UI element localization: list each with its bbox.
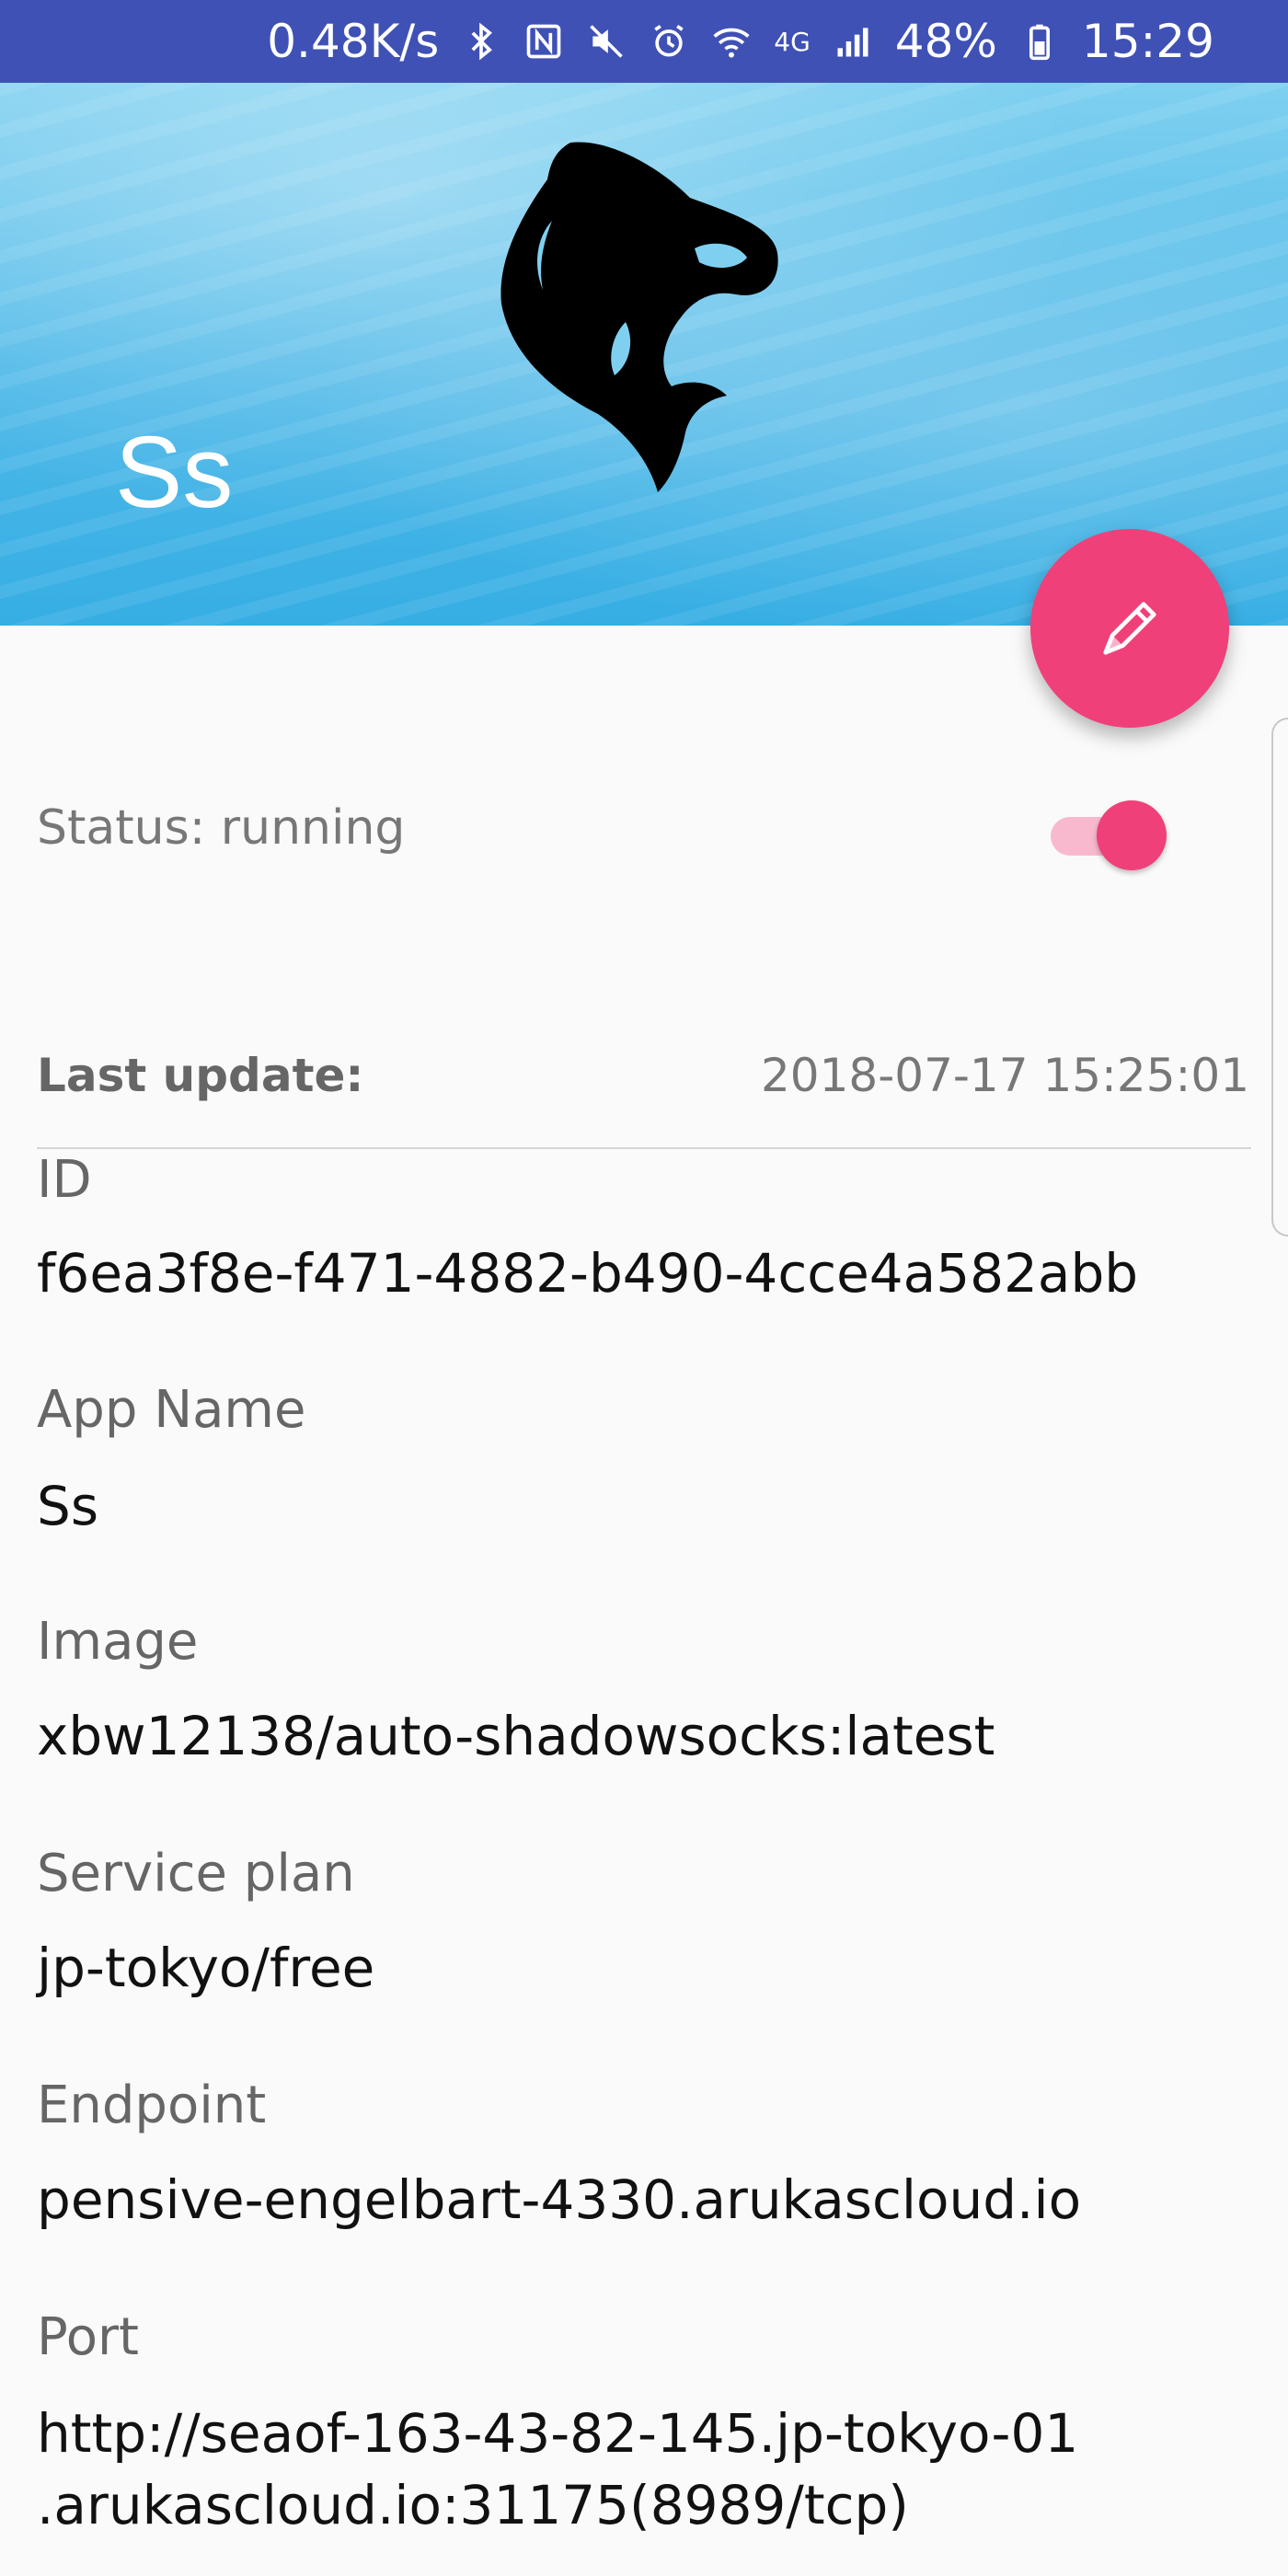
mute-icon bbox=[586, 21, 627, 62]
status-bar: 0.48K/s 4G 48% 15:29 bbox=[0, 0, 1288, 83]
edge-panel-handle[interactable] bbox=[1271, 718, 1288, 1236]
app-name-value: Ss bbox=[37, 1475, 99, 1537]
battery-percent: 48% bbox=[894, 15, 997, 68]
service-plan-value: jp-tokyo/free bbox=[37, 1937, 375, 1999]
divider bbox=[37, 1147, 1251, 1149]
toggle-thumb bbox=[1097, 800, 1167, 870]
pencil-icon bbox=[1103, 602, 1156, 655]
port-value-line1: http://seaof-163-43-82-145.jp-tokyo-01 bbox=[37, 2402, 1079, 2465]
image-value: xbw12138/auto-shadowsocks:latest bbox=[37, 1705, 995, 1767]
port-label: Port bbox=[37, 2307, 140, 2367]
id-label: ID bbox=[37, 1150, 92, 1210]
id-value: f6ea3f8e-f471-4882-b490-4cce4a582abb bbox=[37, 1242, 1139, 1305]
running-toggle[interactable] bbox=[1049, 800, 1168, 870]
edit-button[interactable] bbox=[1030, 529, 1229, 728]
last-update-value: 2018-07-17 15:25:01 bbox=[760, 1049, 1249, 1102]
wifi-icon bbox=[711, 21, 752, 62]
status-text: Status: running bbox=[37, 800, 406, 856]
app-name-label: App Name bbox=[37, 1380, 306, 1440]
signal-icon bbox=[833, 21, 873, 62]
bluetooth-icon bbox=[461, 21, 501, 62]
last-update-label: Last update: bbox=[37, 1049, 364, 1102]
app-title: Ss bbox=[115, 416, 234, 529]
image-label: Image bbox=[37, 1612, 199, 1672]
endpoint-value: pensive-engelbart-4330.arukascloud.io bbox=[37, 2168, 1082, 2231]
endpoint-label: Endpoint bbox=[37, 2076, 267, 2135]
clock: 15:29 bbox=[1081, 15, 1214, 68]
port-value-line2: .arukascloud.io:31175(8989/tcp) bbox=[37, 2474, 909, 2536]
network-speed: 0.48K/s bbox=[267, 15, 440, 68]
alarm-icon bbox=[649, 21, 689, 62]
battery-icon bbox=[1019, 21, 1060, 62]
network-type: 4G bbox=[774, 26, 811, 57]
nfc-icon bbox=[523, 21, 564, 62]
orca-logo-icon bbox=[500, 142, 778, 492]
service-plan-label: Service plan bbox=[37, 1844, 355, 1903]
